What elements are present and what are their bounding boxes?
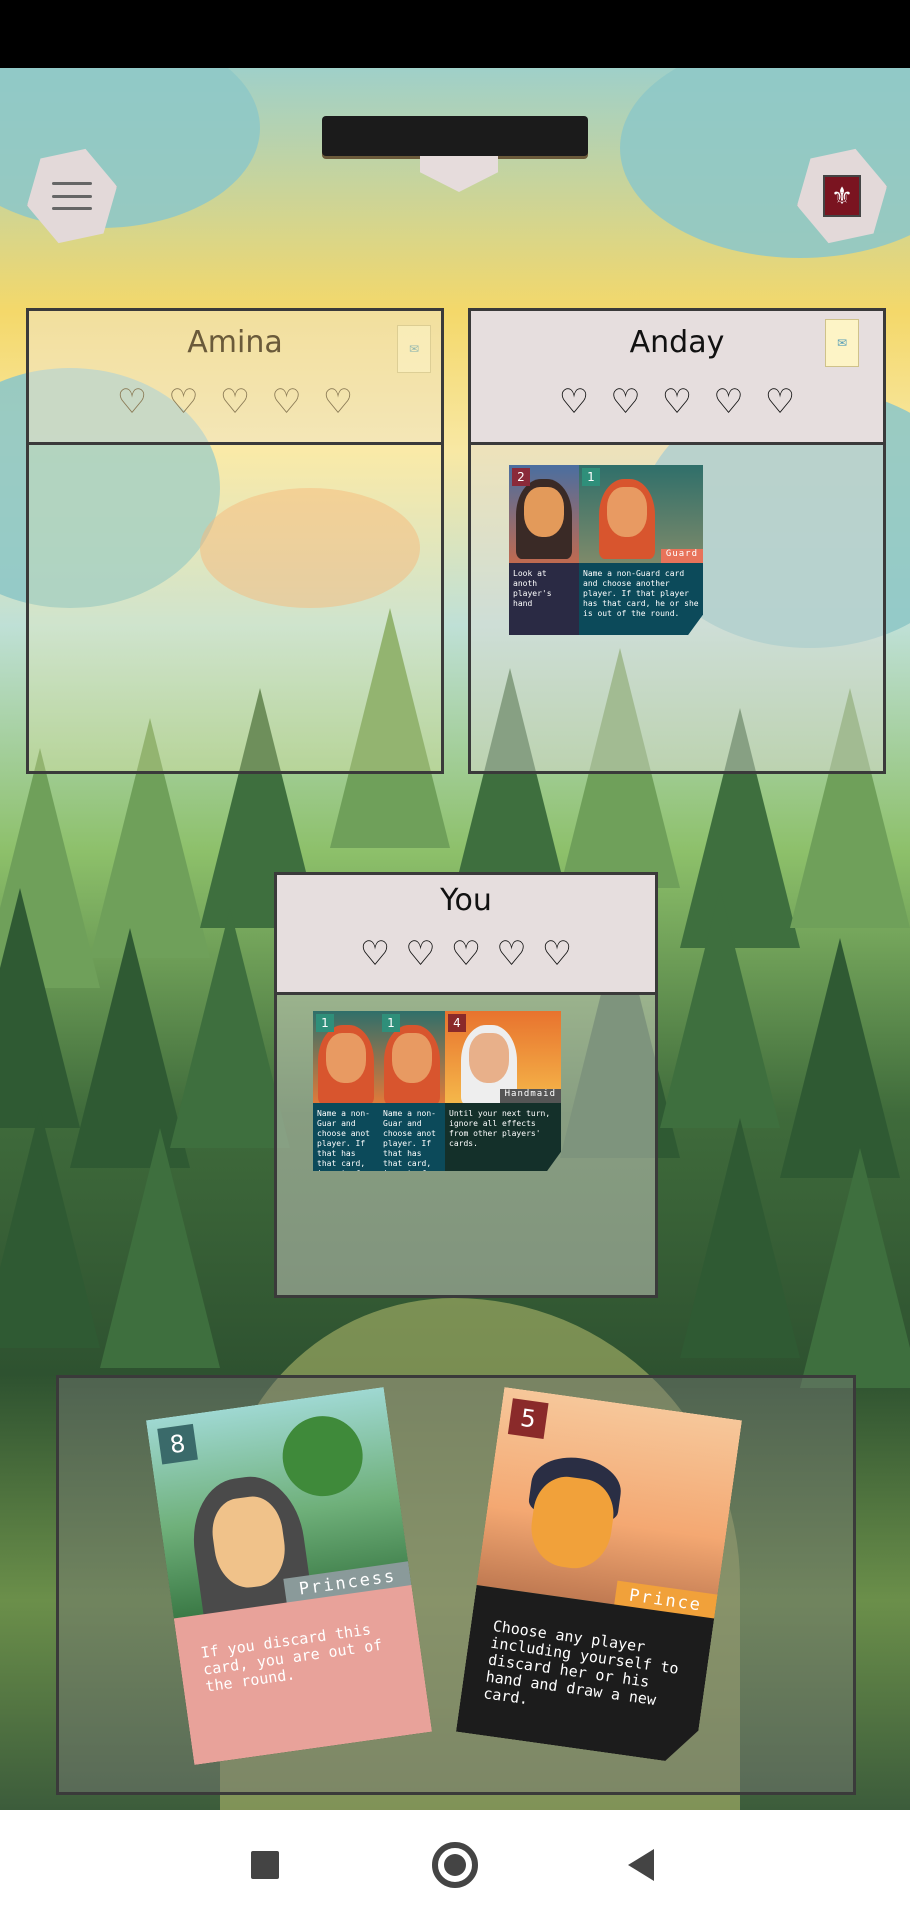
panel-header: You ♡ ♡ ♡ ♡ ♡ [277, 875, 655, 995]
tree-art [277, 1411, 367, 1501]
tree [660, 888, 780, 1128]
letter-token-icon: ✉ [825, 319, 859, 367]
heart-outline-icon: ♡ [541, 934, 573, 974]
card-number: 8 [157, 1424, 198, 1465]
card-number: 2 [512, 468, 530, 486]
played-cards-area: 2 Look at anoth player's hand 1 Guard Na… [471, 445, 883, 771]
hearts-row: ♡ ♡ ♡ ♡ ♡ [277, 937, 655, 971]
heart-outline-icon: ♡ [610, 382, 641, 422]
played-cards-area: 1 Name a non-Guar and choose anot player… [277, 995, 655, 1295]
tree [170, 908, 290, 1148]
played-card[interactable]: 1 Name a non-Guar and choose anot player… [379, 1011, 445, 1171]
heart-outline-icon: ♡ [713, 382, 744, 422]
triangle-back-icon [628, 1849, 654, 1881]
card-text: Name a non-Guar and choose anot player. … [313, 1103, 379, 1171]
hand-card-princess[interactable]: 8 Princess If you discard this card, you… [146, 1387, 432, 1765]
card-number: 4 [448, 1014, 466, 1032]
face [392, 1033, 432, 1083]
hearts-row: ♡ ♡ ♡ ♡ ♡ [29, 385, 441, 419]
heart-outline-icon: ♡ [271, 382, 302, 422]
back-button[interactable] [608, 1832, 674, 1898]
hand-card-prince[interactable]: 5 Prince Choose any player including you… [456, 1387, 742, 1765]
panel-header: Anday ✉ ♡ ♡ ♡ ♡ ♡ [471, 311, 883, 445]
heart-outline-icon: ♡ [661, 382, 693, 422]
square-icon [251, 1851, 279, 1879]
card-number: 1 [582, 468, 600, 486]
heart-outline-icon: ♡ [496, 934, 527, 974]
heart-outline-icon: ♡ [764, 382, 796, 422]
panel-header: Amina ✉ ♡ ♡ ♡ ♡ ♡ [29, 311, 441, 445]
card-text: Choose any player including yourself to … [456, 1585, 714, 1765]
heart-outline-icon: ♡ [168, 382, 199, 422]
card-text: Name a non-Guar and choose anot player. … [379, 1103, 445, 1171]
top-bar [322, 116, 588, 156]
played-card[interactable]: 4 Handmaid Until your next turn, ignore … [445, 1011, 561, 1171]
hand-area: 8 Princess If you discard this card, you… [56, 1375, 856, 1795]
player-panel-amina[interactable]: Amina ✉ ♡ ♡ ♡ ♡ ♡ [26, 308, 444, 774]
heart-outline-icon: ♡ [322, 382, 354, 422]
card-number: 5 [508, 1398, 549, 1439]
player-panel-you[interactable]: You ♡ ♡ ♡ ♡ ♡ 1 Name a non-Guar and choo… [274, 872, 658, 1298]
heart-outline-icon: ♡ [219, 382, 251, 422]
hearts-row: ♡ ♡ ♡ ♡ ♡ [471, 385, 883, 419]
face [524, 487, 564, 537]
tree [0, 888, 80, 1128]
heart-outline-icon: ♡ [558, 382, 590, 422]
tree [680, 1118, 800, 1358]
card-tag: Guard [660, 549, 703, 563]
player-name: Amina [187, 325, 283, 360]
face [326, 1033, 366, 1083]
player-panel-anday[interactable]: Anday ✉ ♡ ♡ ♡ ♡ ♡ 2 Look at anoth player… [468, 308, 886, 774]
home-button[interactable] [422, 1832, 488, 1898]
tree [100, 1128, 220, 1368]
played-card[interactable]: 1 Name a non-Guar and choose anot player… [313, 1011, 379, 1171]
face [607, 487, 647, 537]
recents-button[interactable] [232, 1832, 298, 1898]
hamburger-icon [52, 182, 92, 210]
card-text: Look at anoth player's hand [509, 563, 579, 635]
heart-outline-icon: ♡ [116, 382, 148, 422]
card-number: 1 [316, 1014, 334, 1032]
heart-outline-icon: ♡ [359, 934, 391, 974]
heart-outline-icon: ♡ [405, 934, 436, 974]
card-text: Name a non-Guard card and choose another… [579, 563, 703, 635]
fleur-de-lis-icon: ⚜ [823, 175, 861, 217]
system-navigation-bar [0, 1810, 910, 1920]
status-bar [0, 0, 910, 68]
player-name: Anday [629, 325, 725, 360]
heart-outline-icon: ♡ [450, 934, 482, 974]
circle-icon [432, 1842, 478, 1888]
played-card[interactable]: 2 Look at anoth player's hand [509, 465, 579, 635]
card-number: 1 [382, 1014, 400, 1032]
letter-token-icon: ✉ [397, 325, 431, 373]
tree [800, 1148, 910, 1388]
player-name: You [440, 883, 492, 918]
played-card[interactable]: 1 Guard Name a non-Guard card and choose… [579, 465, 703, 635]
card-text: Until your next turn, ignore all effects… [445, 1103, 561, 1171]
played-cards-area [29, 445, 441, 771]
face [469, 1033, 509, 1083]
tree [0, 1108, 100, 1348]
card-tag: Handmaid [499, 1089, 561, 1103]
card-text: If you discard this card, you are out of… [174, 1585, 432, 1765]
